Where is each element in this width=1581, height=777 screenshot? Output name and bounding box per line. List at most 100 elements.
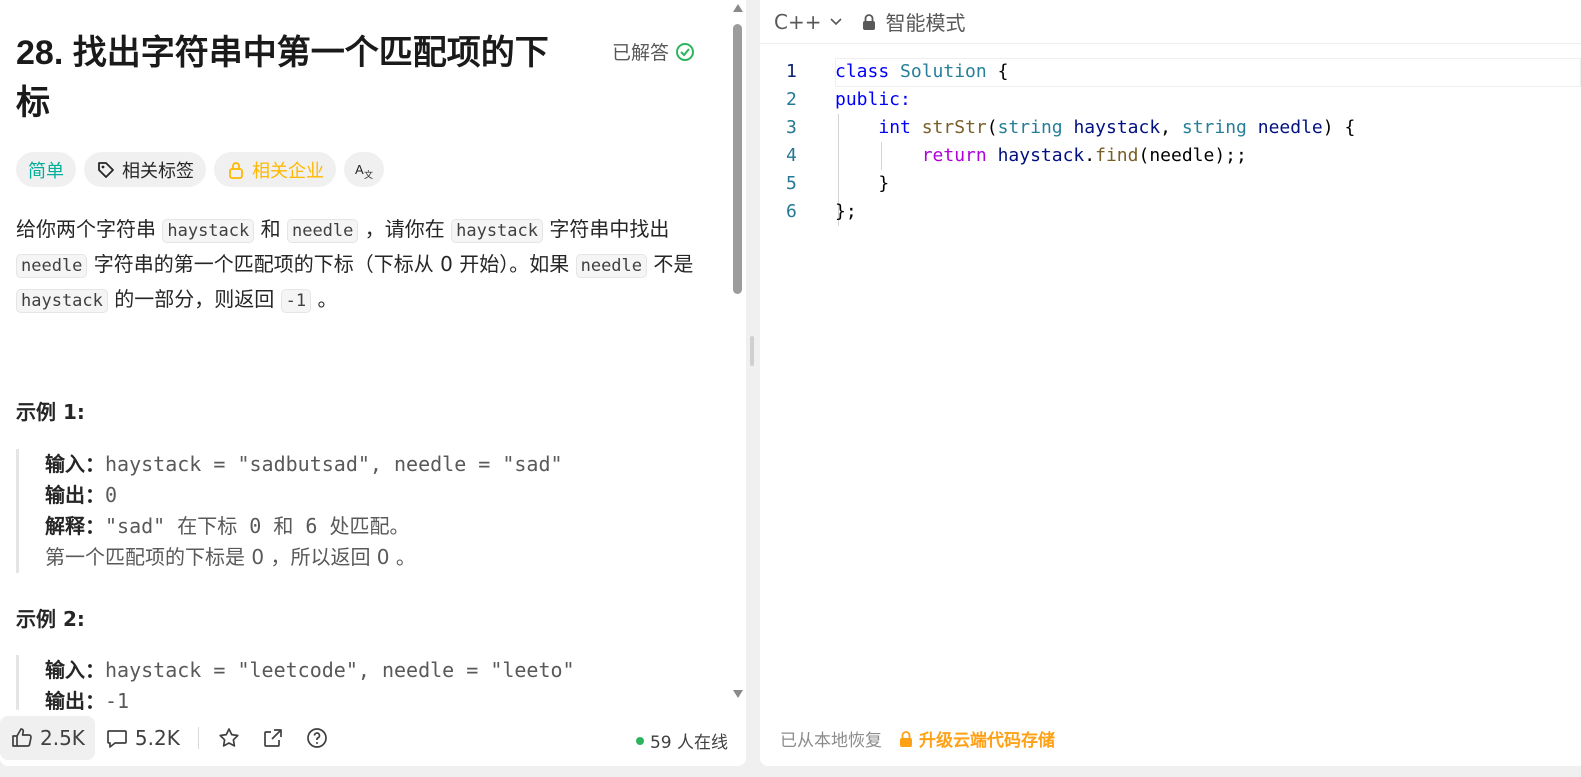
parameter: needle	[1257, 117, 1323, 138]
punctuation: (needle);;	[1138, 145, 1247, 166]
problem-action-bar: 2.5K 5.2K 59 人在线	[0, 710, 746, 766]
solved-label: 已解答	[612, 42, 670, 64]
problem-content[interactable]: 28. 找出字符串中第一个匹配项的下标 已解答 简单 相关标签 相关企业 A 文…	[0, 0, 746, 710]
line-number: 6	[786, 201, 797, 222]
code-line[interactable]: 2 public:	[760, 86, 1581, 114]
like-button[interactable]: 2.5K	[0, 716, 95, 760]
line-number: 4	[786, 145, 797, 166]
code-line[interactable]: 1 class Solution {	[760, 58, 1581, 87]
question-circle-icon	[306, 728, 327, 748]
problem-panel: 28. 找出字符串中第一个匹配项的下标 已解答 简单 相关标签 相关企业 A 文…	[0, 0, 746, 766]
example-2-input: 输入：haystack = "leetcode", needle = "leet…	[45, 655, 716, 686]
share-button[interactable]	[251, 716, 295, 760]
code-text: int strStr(string haystack, string needl…	[835, 114, 1355, 142]
punctuation: }	[878, 173, 890, 194]
parameter: haystack	[997, 145, 1085, 166]
tag-icon	[98, 161, 114, 178]
inline-code: haystack	[451, 219, 543, 243]
difficulty-tag[interactable]: 简单	[16, 152, 76, 187]
example-1-block: 输入：haystack = "sadbutsad", needle = "sad…	[16, 449, 716, 573]
desc-text: ，请你在	[364, 217, 445, 241]
svg-text:文: 文	[364, 169, 373, 180]
online-count: 59 人在线	[635, 728, 728, 753]
inline-code: needle	[16, 254, 88, 278]
code-line[interactable]: 3 int strStr(string haystack, string nee…	[760, 114, 1581, 142]
type-name: string	[997, 117, 1063, 138]
desc-text: 字符串中找出	[549, 217, 670, 241]
type-name: Solution	[900, 61, 987, 82]
code-text: public:	[835, 86, 911, 114]
keyword: public:	[835, 89, 911, 110]
help-button[interactable]	[295, 716, 339, 760]
code-text: };	[835, 198, 857, 226]
svg-text:A: A	[355, 162, 364, 177]
code-area[interactable]: 1 class Solution { 2 public: 3 int strSt…	[760, 58, 1581, 226]
input-label: 输入：	[45, 658, 105, 682]
scrollbar-thumb[interactable]	[733, 24, 742, 294]
translate-icon: A 文	[355, 162, 373, 180]
code-line[interactable]: 4 return haystack.find(needle);;	[760, 142, 1581, 170]
keyword: int	[878, 117, 911, 138]
output-label: 输出：	[45, 483, 105, 507]
chevron-down-icon	[830, 17, 843, 25]
function-name: find	[1095, 145, 1139, 166]
inline-code: -1	[280, 289, 312, 313]
problem-title[interactable]: 28. 找出字符串中第一个匹配项的下标	[16, 28, 576, 128]
input-value: haystack = "leetcode", needle = "leeto"	[105, 658, 575, 682]
inline-code: needle	[575, 254, 648, 278]
thumbs-up-icon	[12, 728, 32, 747]
upgrade-label: 升级云端代码存储	[919, 731, 1055, 751]
punctuation: };	[835, 201, 857, 222]
input-label: 输入：	[45, 452, 105, 476]
comments-button[interactable]: 5.2K	[95, 716, 190, 760]
comment-count: 5.2K	[134, 726, 180, 750]
translate-button[interactable]: A 文	[344, 152, 384, 187]
favorite-button[interactable]	[207, 716, 251, 760]
lock-icon	[900, 730, 912, 747]
inline-code: needle	[286, 219, 359, 243]
line-number: 5	[786, 173, 797, 194]
line-number: 1	[786, 61, 797, 82]
upgrade-storage-link[interactable]: 升级云端代码存储	[898, 726, 1055, 751]
online-label: 59 人在线	[649, 733, 728, 753]
mode-selector[interactable]: 智能模式	[861, 7, 965, 36]
tag-row: 简单 相关标签 相关企业 A 文	[16, 152, 384, 187]
code-editor-panel: C++ 智能模式 1 class Solution { 2 public: 3 …	[760, 0, 1581, 766]
output-label: 输出：	[45, 689, 105, 710]
check-circle-icon	[676, 42, 695, 61]
example-2-title: 示例 2:	[16, 607, 85, 631]
explain-label: 解释：	[45, 514, 105, 538]
keyword: class	[835, 61, 890, 82]
related-tags-label: 相关标签	[122, 160, 194, 182]
separator	[197, 727, 199, 749]
example-1-title: 示例 1:	[16, 400, 85, 424]
mode-label: 智能模式	[885, 11, 966, 35]
desc-text: 不是	[653, 252, 694, 276]
difficulty-label: 简单	[28, 160, 64, 182]
language-selector[interactable]: C++	[774, 10, 843, 34]
star-icon	[219, 728, 239, 747]
panel-resize-handle[interactable]	[750, 336, 754, 366]
lock-icon	[863, 13, 876, 30]
related-companies-button[interactable]: 相关企业	[214, 152, 336, 187]
example-2-output: 输出：-1	[45, 686, 716, 710]
like-count: 2.5K	[40, 726, 85, 750]
function-name: strStr	[921, 117, 987, 138]
description-scrollbar[interactable]	[730, 0, 746, 710]
code-line[interactable]: 6 };	[760, 198, 1581, 226]
keyword: return	[921, 145, 987, 166]
code-line[interactable]: 5 }	[760, 170, 1581, 198]
desc-text: 字符串的第一个匹配项的下标（下标从 0 开始）。如果	[93, 252, 570, 276]
punctuation: ,	[1160, 117, 1182, 138]
example-2-block: 输入：haystack = "leetcode", needle = "leet…	[16, 655, 716, 710]
explain-value: "sad" 在下标 0 和 6 处匹配。	[105, 514, 410, 538]
punctuation: (	[986, 117, 998, 138]
desc-text: 和	[260, 217, 281, 241]
input-value: haystack = "sadbutsad", needle = "sad"	[105, 452, 563, 476]
restore-status: 已从本地恢复	[780, 731, 882, 751]
scroll-up-arrow-icon[interactable]	[733, 4, 743, 12]
desc-text: 的一部分，则返回	[114, 287, 275, 311]
line-number: 2	[786, 89, 797, 110]
related-tags-button[interactable]: 相关标签	[84, 152, 206, 187]
scroll-down-arrow-icon[interactable]	[733, 690, 743, 698]
